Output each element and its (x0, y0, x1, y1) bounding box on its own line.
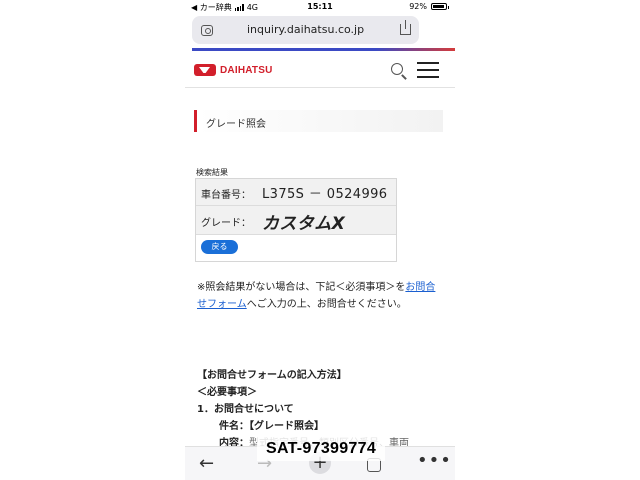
search-icon (391, 63, 403, 75)
share-icon[interactable] (400, 20, 411, 35)
howto-title: 【お問合せフォームの記入方法】 (197, 370, 347, 381)
arrow-left-icon[interactable]: ← (199, 453, 214, 474)
hamburger-line (417, 69, 439, 72)
daihatsu-logo[interactable]: DAIHATSU (194, 64, 273, 76)
menu-button[interactable] (417, 59, 439, 81)
search-icon-handle (401, 74, 407, 80)
battery-percent: 92% (409, 2, 427, 11)
watermark-id: SAT-97399774 (257, 437, 385, 461)
chassis-row: 車台番号： L375S － 0524996 (196, 179, 396, 206)
hamburger-menu-icon (417, 62, 439, 65)
subject-line: 件名：【グレード照会】 (219, 421, 324, 432)
grade-value: カスタムX (262, 214, 346, 234)
chassis-value: L375S － 0524996 (262, 187, 388, 202)
battery-icon (431, 3, 449, 10)
address-bar[interactable]: inquiry.daihatsu.co.jp (192, 16, 419, 44)
item-1: 1．お問合せについて (197, 404, 294, 415)
note-prefix: ※照会結果がない場合は、下記＜必須事項＞を (197, 282, 406, 293)
required-title: ＜必要事項＞ (197, 387, 257, 398)
battery-fill (433, 5, 445, 8)
status-bar: ◀ カー辞典 4G 15:11 92% (185, 0, 455, 14)
page-load-progress (192, 48, 455, 51)
results-box: 車台番号： L375S － 0524996 グレード： カスタムX 戻る (195, 178, 397, 262)
daihatsu-logo-icon (194, 64, 216, 76)
phone-screen: ◀ カー辞典 4G 15:11 92% inquiry.daihatsu.co.… (185, 0, 455, 480)
more-icon[interactable]: ••• (417, 450, 452, 471)
section-heading: グレード照会 (194, 110, 443, 132)
note-text: ※照会結果がない場合は、下記＜必須事項＞をお問合せフォームへご入力の上、お問合せ… (197, 279, 442, 313)
chassis-label: 車台番号： (201, 190, 251, 201)
search-button[interactable] (389, 61, 409, 81)
grade-label: グレード： (201, 218, 251, 229)
brand-name: DAIHATSU (220, 64, 273, 76)
status-right: 92% (409, 2, 449, 11)
grade-row: グレード： カスタムX (196, 206, 396, 235)
site-header: DAIHATSU (185, 52, 455, 88)
results-label: 検索結果 (196, 168, 228, 177)
hamburger-line (417, 76, 439, 79)
back-button[interactable]: 戻る (201, 240, 238, 254)
note-suffix: へご入力の上、お問合せください。 (246, 299, 407, 310)
url-text[interactable]: inquiry.daihatsu.co.jp (192, 23, 419, 36)
section-title: グレード照会 (206, 119, 266, 130)
